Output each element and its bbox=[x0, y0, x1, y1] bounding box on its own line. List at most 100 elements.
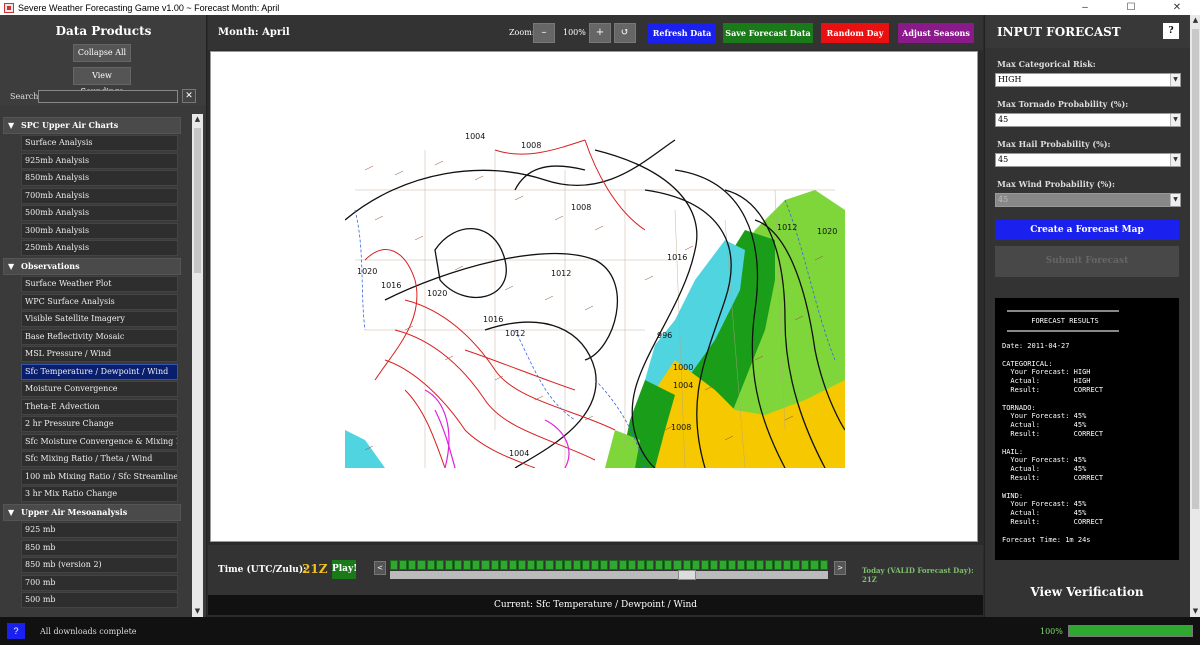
time-step[interactable] bbox=[755, 560, 764, 570]
product-item[interactable]: Surface Analysis bbox=[21, 135, 178, 151]
time-step[interactable] bbox=[463, 560, 472, 570]
time-step[interactable] bbox=[554, 560, 563, 570]
product-item[interactable]: Moisture Convergence bbox=[21, 381, 178, 397]
save-forecast-data-button[interactable]: Save Forecast Data bbox=[723, 23, 813, 43]
section-header[interactable]: ▼ SPC Upper Air Charts bbox=[3, 117, 181, 134]
left-scroll-thumb[interactable] bbox=[194, 128, 201, 273]
product-item[interactable]: 850mb Analysis bbox=[21, 170, 178, 186]
time-step[interactable] bbox=[536, 560, 545, 570]
time-step[interactable] bbox=[810, 560, 819, 570]
view-soundings-button[interactable]: View Soundings bbox=[73, 67, 131, 96]
product-item[interactable]: Theta-E Advection bbox=[21, 398, 178, 415]
product-item[interactable]: MSL Pressure / Wind bbox=[21, 346, 178, 362]
chevron-down-icon[interactable]: ▼ bbox=[8, 505, 14, 520]
product-item[interactable]: Visible Satellite Imagery bbox=[21, 311, 178, 327]
chevron-down-icon[interactable]: ▼ bbox=[8, 118, 14, 133]
time-step[interactable] bbox=[417, 560, 426, 570]
map-viewer[interactable]: 1004 1008 1008 1012 1020 1016 1020 1016 … bbox=[210, 51, 978, 542]
time-step[interactable] bbox=[499, 560, 508, 570]
chevron-down-icon[interactable]: ▼ bbox=[1170, 74, 1180, 86]
time-step[interactable] bbox=[408, 560, 417, 570]
time-step[interactable] bbox=[435, 560, 444, 570]
time-step[interactable] bbox=[801, 560, 810, 570]
refresh-data-button[interactable]: Refresh Data bbox=[648, 23, 716, 43]
time-step[interactable] bbox=[426, 560, 435, 570]
play-button[interactable]: Play! bbox=[332, 560, 357, 579]
time-step[interactable] bbox=[764, 560, 773, 570]
time-step[interactable] bbox=[517, 560, 527, 570]
random-day-button[interactable]: Random Day bbox=[821, 23, 889, 43]
product-item[interactable]: 2 hr Pressure Change bbox=[21, 416, 178, 432]
product-item[interactable]: Surface Weather Plot bbox=[21, 276, 178, 292]
reset-zoom-button[interactable]: ↺ bbox=[614, 23, 636, 43]
product-item[interactable]: 925 mb bbox=[21, 522, 178, 538]
time-step[interactable] bbox=[490, 560, 499, 570]
status-help-button[interactable]: ? bbox=[7, 623, 25, 639]
time-step[interactable] bbox=[792, 560, 801, 570]
chevron-down-icon[interactable]: ▼ bbox=[1170, 154, 1180, 166]
chevron-down-icon[interactable]: ▼ bbox=[8, 259, 14, 274]
time-step[interactable] bbox=[783, 560, 792, 570]
section-header[interactable]: ▼ Observations bbox=[3, 258, 181, 275]
product-item[interactable]: Sfc Moisture Convergence & Mixing Ratio bbox=[21, 433, 178, 450]
product-item[interactable]: 500mb Analysis bbox=[21, 205, 178, 221]
time-step[interactable] bbox=[709, 560, 719, 570]
time-step[interactable] bbox=[545, 560, 554, 570]
time-step[interactable] bbox=[609, 560, 618, 570]
time-step[interactable] bbox=[399, 560, 408, 570]
time-step[interactable] bbox=[737, 560, 746, 570]
scroll-up-arrow-icon[interactable]: ▲ bbox=[1190, 15, 1200, 26]
product-item[interactable]: WPC Surface Analysis bbox=[21, 293, 178, 310]
time-step[interactable] bbox=[444, 560, 453, 570]
time-step[interactable] bbox=[636, 560, 645, 570]
time-step[interactable] bbox=[581, 560, 591, 570]
view-verification-button[interactable]: View Verification bbox=[995, 585, 1179, 599]
time-prev-button[interactable]: < bbox=[374, 561, 386, 575]
time-step[interactable] bbox=[591, 560, 600, 570]
right-scroll-thumb[interactable] bbox=[1192, 29, 1199, 509]
time-step[interactable] bbox=[719, 560, 728, 570]
chevron-down-icon[interactable]: ▼ bbox=[1170, 194, 1180, 206]
wind-probability-select[interactable]: 45 ▼ bbox=[995, 193, 1181, 207]
time-step[interactable] bbox=[700, 560, 709, 570]
scroll-down-arrow-icon[interactable]: ▼ bbox=[1190, 606, 1200, 617]
time-step[interactable] bbox=[627, 560, 636, 570]
minimize-button[interactable]: – bbox=[1062, 0, 1108, 15]
time-step[interactable] bbox=[472, 560, 481, 570]
time-step[interactable] bbox=[682, 560, 691, 570]
time-step[interactable] bbox=[618, 560, 627, 570]
product-item[interactable]: 850 mb (version 2) bbox=[21, 557, 178, 573]
help-button[interactable]: ? bbox=[1163, 23, 1179, 39]
product-item[interactable]: 100 mb Mixing Ratio / Sfc Streamline bbox=[21, 468, 178, 485]
scroll-up-arrow-icon[interactable]: ▲ bbox=[192, 114, 203, 125]
search-clear-button[interactable]: ✕ bbox=[182, 89, 196, 103]
time-step[interactable] bbox=[728, 560, 737, 570]
time-step[interactable] bbox=[819, 560, 828, 570]
product-item[interactable]: 500 mb bbox=[21, 592, 178, 608]
chevron-down-icon[interactable]: ▼ bbox=[1170, 114, 1180, 126]
time-step[interactable] bbox=[572, 560, 581, 570]
adjust-seasons-button[interactable]: Adjust Seasons bbox=[898, 23, 974, 43]
close-button[interactable]: ✕ bbox=[1154, 0, 1200, 15]
product-item[interactable]: Base Reflectivity Mosaic bbox=[21, 328, 178, 345]
left-scrollbar[interactable]: ▲ ▼ bbox=[192, 114, 203, 617]
time-next-button[interactable]: > bbox=[834, 561, 846, 575]
time-step[interactable] bbox=[645, 560, 655, 570]
time-step[interactable] bbox=[773, 560, 783, 570]
product-item[interactable]: Sfc Temperature / Dewpoint / Wind bbox=[21, 363, 178, 380]
submit-forecast-button[interactable]: Submit Forecast bbox=[995, 246, 1179, 277]
time-step[interactable] bbox=[655, 560, 664, 570]
time-step[interactable] bbox=[453, 560, 463, 570]
create-forecast-map-button[interactable]: Create a Forecast Map bbox=[995, 220, 1179, 240]
right-scrollbar[interactable]: ▲ ▼ bbox=[1190, 15, 1200, 617]
time-step[interactable] bbox=[508, 560, 517, 570]
time-step[interactable] bbox=[600, 560, 609, 570]
time-slider-thumb[interactable] bbox=[678, 570, 696, 580]
product-item[interactable]: 700mb Analysis bbox=[21, 187, 178, 204]
product-item[interactable]: Sfc Mixing Ratio / Theta / Wind bbox=[21, 451, 178, 467]
product-item[interactable]: 3 hr Mix Ratio Change bbox=[21, 486, 178, 502]
tornado-probability-select[interactable]: 45 ▼ bbox=[995, 113, 1181, 127]
zoom-out-button[interactable]: – bbox=[533, 23, 555, 43]
time-step[interactable] bbox=[691, 560, 700, 570]
time-step[interactable] bbox=[563, 560, 572, 570]
